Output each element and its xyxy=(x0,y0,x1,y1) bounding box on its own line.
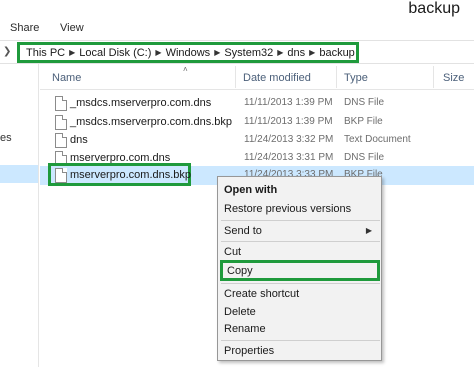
breadcrumb-backup[interactable]: backup xyxy=(319,47,354,59)
breadcrumb-root-chevron-icon[interactable]: ❯ xyxy=(3,46,11,57)
column-divider[interactable] xyxy=(336,66,337,88)
chevron-right-icon[interactable]: ▶ xyxy=(69,48,75,57)
chevron-right-icon[interactable]: ▶ xyxy=(214,48,220,57)
file-date: 11/24/2013 3:32 PM xyxy=(244,134,334,145)
menu-item-properties[interactable]: Properties xyxy=(223,342,378,361)
menu-item-label: Open with xyxy=(224,184,278,196)
file-row[interactable]: _msdcs.mserverpro.com.dns.bkp 11/11/2013… xyxy=(40,113,474,132)
breadcrumb-windows[interactable]: Windows xyxy=(166,47,211,59)
submenu-arrow-icon: ▶ xyxy=(365,226,372,235)
menu-item-label: Cut xyxy=(224,246,242,258)
file-date: 11/24/2013 3:31 PM xyxy=(244,152,334,163)
column-date-modified[interactable]: Date modified xyxy=(243,72,311,84)
menu-item-restore-previous-versions[interactable]: Restore previous versions xyxy=(223,200,378,219)
file-name: dns xyxy=(70,134,88,146)
file-name: _msdcs.mserverpro.com.dns.bkp xyxy=(70,116,232,128)
breadcrumb[interactable]: This PC ▶ Local Disk (C:) ▶ Windows ▶ Sy… xyxy=(17,42,359,63)
window-title: backup xyxy=(408,0,460,17)
tab-share[interactable]: Share xyxy=(10,22,39,34)
menu-item-label: Restore previous versions xyxy=(224,203,352,215)
column-divider[interactable] xyxy=(235,66,236,88)
breadcrumb-this-pc[interactable]: This PC xyxy=(26,47,65,59)
address-bar: ❯ This PC ▶ Local Disk (C:) ▶ Windows ▶ … xyxy=(0,40,474,64)
menu-item-label: Create shortcut xyxy=(224,288,300,300)
file-row[interactable]: _msdcs.mserverpro.com.dns 11/11/2013 1:3… xyxy=(40,94,474,113)
menu-item-create-shortcut[interactable]: Create shortcut xyxy=(223,285,378,304)
breadcrumb-local-disk[interactable]: Local Disk (C:) xyxy=(79,47,151,59)
context-menu: Open with Restore previous versions Send… xyxy=(217,176,382,361)
menu-item-label: Delete xyxy=(224,306,256,318)
menu-separator xyxy=(221,241,380,242)
menu-item-open-with[interactable]: Open with xyxy=(223,181,378,200)
file-row[interactable]: dns 11/24/2013 3:32 PM Text Document xyxy=(40,131,474,150)
file-icon xyxy=(55,168,67,183)
ribbon: Share View xyxy=(0,18,474,40)
title-bar: backup xyxy=(0,0,474,18)
file-type: DNS File xyxy=(344,97,385,108)
breadcrumb-dns[interactable]: dns xyxy=(287,47,305,59)
column-name[interactable]: Name xyxy=(52,72,81,84)
column-size[interactable]: Size xyxy=(443,72,464,84)
column-header: ˄ Name Date modified Type Size xyxy=(40,64,474,90)
chevron-right-icon[interactable]: ▶ xyxy=(277,48,283,57)
file-date: 11/11/2013 1:39 PM xyxy=(244,97,333,108)
file-type: Text Document xyxy=(344,134,411,145)
chevron-right-icon[interactable]: ▶ xyxy=(309,48,315,57)
breadcrumb-system32[interactable]: System32 xyxy=(224,47,273,59)
nav-item-selected[interactable] xyxy=(0,165,38,183)
column-divider[interactable] xyxy=(433,66,434,88)
menu-item-label: Copy xyxy=(227,265,253,277)
sort-caret-icon: ˄ xyxy=(183,65,188,74)
file-icon xyxy=(55,96,67,111)
file-name: _msdcs.mserverpro.com.dns xyxy=(70,97,212,109)
menu-item-rename[interactable]: Rename xyxy=(223,320,378,339)
file-icon xyxy=(55,133,67,148)
navigation-pane[interactable]: es xyxy=(0,64,39,367)
menu-item-copy[interactable]: Copy xyxy=(220,260,380,281)
file-icon xyxy=(55,115,67,130)
file-type: BKP File xyxy=(344,116,383,127)
menu-separator xyxy=(221,283,380,284)
menu-item-label: Rename xyxy=(224,323,266,335)
file-date: 11/11/2013 1:39 PM xyxy=(244,116,333,127)
menu-item-send-to[interactable]: Send to ▶ xyxy=(223,222,378,241)
chevron-right-icon[interactable]: ▶ xyxy=(155,48,161,57)
menu-separator xyxy=(221,220,380,221)
menu-item-label: Send to xyxy=(224,225,262,237)
column-type[interactable]: Type xyxy=(344,72,368,84)
file-type: DNS File xyxy=(344,152,385,163)
menu-separator xyxy=(221,340,380,341)
tab-view[interactable]: View xyxy=(60,22,84,34)
file-name: mserverpro.com.dns.bkp xyxy=(70,169,192,181)
menu-item-label: Properties xyxy=(224,345,275,357)
nav-item-label-fragment[interactable]: es xyxy=(0,132,12,144)
